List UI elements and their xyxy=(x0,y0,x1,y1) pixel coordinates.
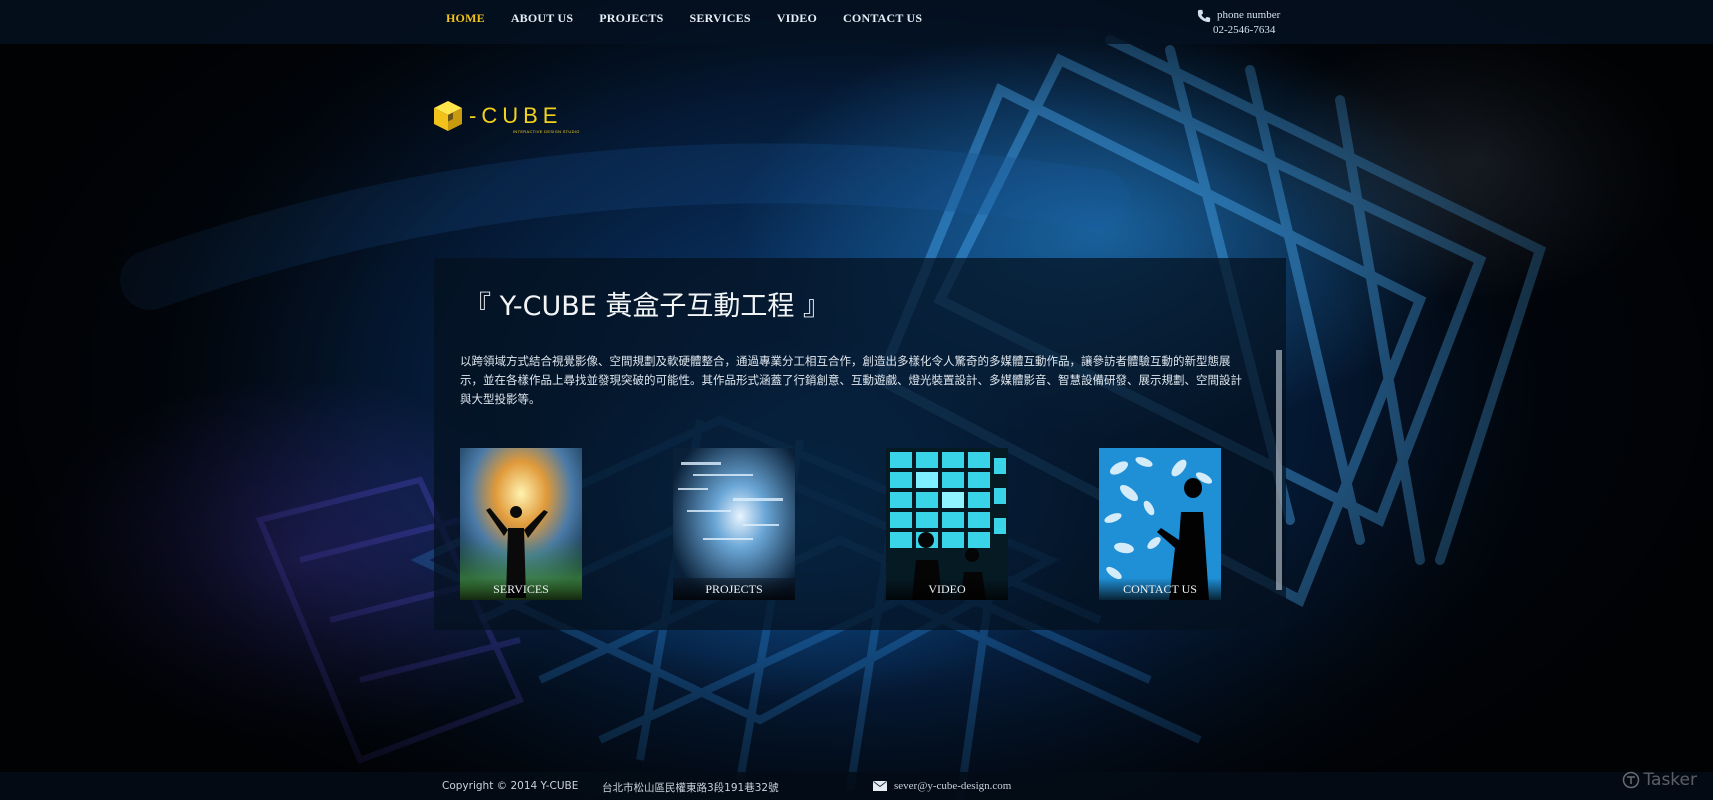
watermark: Tasker xyxy=(1622,770,1697,790)
scrollbar-thumb[interactable] xyxy=(1276,350,1282,590)
feature-tiles: SERVICES PROJECTS VIDEO CONTACT US xyxy=(460,448,1250,610)
page-title: 『 Y-CUBE 黃盒子互動工程 』 xyxy=(464,291,830,322)
phone-icon xyxy=(1197,9,1211,22)
panel-scrollbar[interactable] xyxy=(1276,350,1282,590)
email-link[interactable]: sever@y-cube-design.com xyxy=(894,780,1011,792)
tile-video[interactable]: VIDEO xyxy=(886,448,1008,600)
logo-subtitle: INTERACTIVE DESIGN STUDIO xyxy=(513,129,580,134)
nav-services[interactable]: SERVICES xyxy=(690,11,751,26)
nav-video[interactable]: VIDEO xyxy=(777,11,817,26)
top-navigation-bar: HOME ABOUT US PROJECTS SERVICES VIDEO CO… xyxy=(0,0,1713,44)
tile-label-projects: PROJECTS xyxy=(673,578,795,600)
logo-wordmark: -CUBE INTERACTIVE DESIGN STUDIO xyxy=(469,103,579,135)
intro-description: 以跨領域方式結合視覺影像、空間規劃及軟硬體整合，通過專業分工相互合作，創造出多樣… xyxy=(460,354,1242,406)
cube-logo-icon xyxy=(434,101,462,131)
tasker-logo-icon xyxy=(1623,771,1640,789)
mail-icon xyxy=(873,781,887,791)
phone-label: phone number xyxy=(1217,9,1281,21)
tile-label-services: SERVICES xyxy=(460,578,582,600)
main-nav: HOME ABOUT US PROJECTS SERVICES VIDEO CO… xyxy=(446,11,948,26)
tile-contact-us[interactable]: CONTACT US xyxy=(1099,448,1221,600)
nav-about-us[interactable]: ABOUT US xyxy=(511,11,573,26)
address-text: 台北市松山區民權東路3段191巷32號 xyxy=(602,782,779,794)
phone-info: phone number 02-2546-7634 xyxy=(1197,8,1280,38)
nav-contact-us[interactable]: CONTACT US xyxy=(843,11,922,26)
nav-home[interactable]: HOME xyxy=(446,11,485,26)
page-root: HOME ABOUT US PROJECTS SERVICES VIDEO CO… xyxy=(0,0,1713,800)
tile-label-contact-us: CONTACT US xyxy=(1099,578,1221,600)
email-contact[interactable]: sever@y-cube-design.com xyxy=(873,780,1011,792)
watermark-text: Tasker xyxy=(1643,770,1697,790)
intro-panel: 『 Y-CUBE 黃盒子互動工程 』 以跨領域方式結合視覺影像、空間規劃及軟硬體… xyxy=(434,258,1286,630)
tile-projects[interactable]: PROJECTS xyxy=(673,448,795,600)
logo-text: -CUBE xyxy=(469,103,563,128)
tile-services[interactable]: SERVICES xyxy=(460,448,582,600)
site-footer: Copyright © 2014 Y-CUBE 台北市松山區民權東路3段191巷… xyxy=(0,772,1713,800)
copyright-text: Copyright © 2014 Y-CUBE xyxy=(442,780,579,792)
phone-number: 02-2546-7634 xyxy=(1213,24,1276,36)
tile-label-video: VIDEO xyxy=(886,578,1008,600)
site-logo[interactable]: -CUBE INTERACTIVE DESIGN STUDIO xyxy=(433,100,579,135)
nav-projects[interactable]: PROJECTS xyxy=(599,11,663,26)
